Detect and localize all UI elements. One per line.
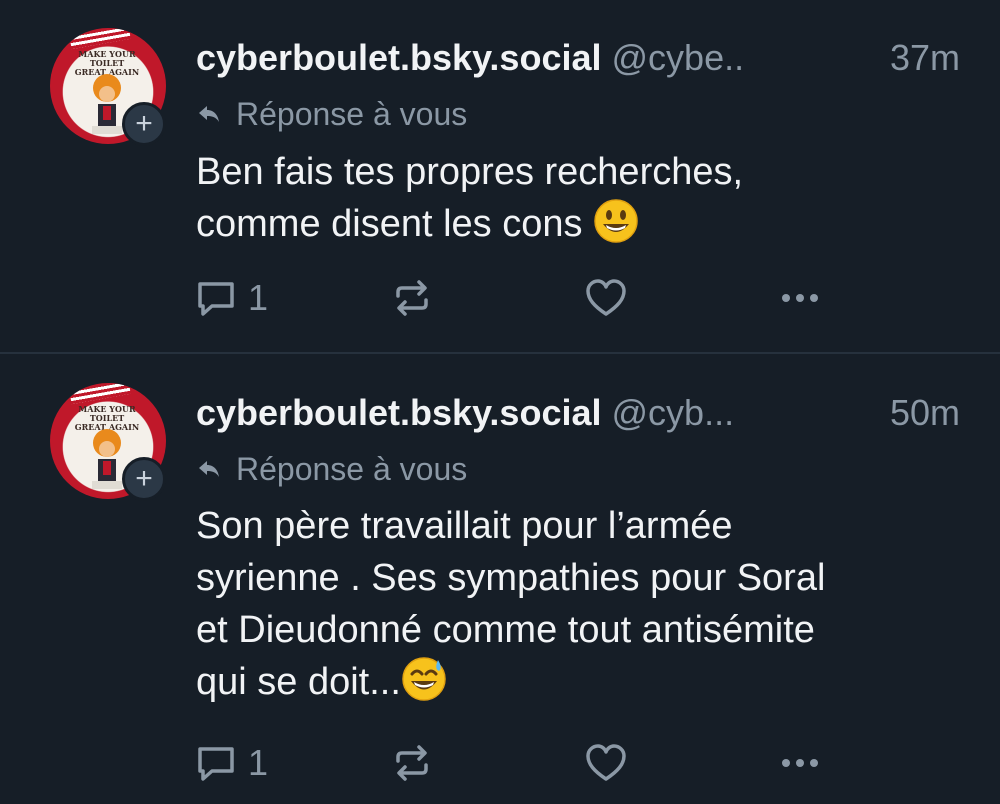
avatar-flag (69, 28, 131, 50)
reply-context-label: Réponse à vous (236, 95, 468, 132)
heart-icon (586, 279, 626, 316)
author-handle[interactable]: @cyb... (612, 392, 735, 433)
post-item[interactable]: MAKE YOUR TOILET GREAT AGAIN + cyberboul… (0, 0, 1000, 353)
heart-icon (586, 744, 626, 781)
post-feed: MAKE YOUR TOILET GREAT AGAIN + cyberboul… (0, 0, 1000, 804)
post-text-line: Ben fais tes propres recherches, (196, 151, 744, 193)
post-actions: 1 (194, 741, 834, 785)
plus-icon: + (135, 462, 153, 495)
avatar-flag (69, 383, 131, 405)
post-body: Son père travaillait pour l’armée syrien… (196, 500, 976, 708)
reply-count: 1 (248, 277, 269, 318)
grinning-face-with-sweat-icon (402, 657, 446, 701)
follow-button[interactable]: + (122, 102, 166, 146)
more-options-button[interactable] (778, 276, 822, 320)
post-timestamp[interactable]: 50m (890, 391, 960, 435)
more-options-button[interactable] (778, 741, 822, 785)
author-display-name[interactable]: cyberboulet.bsky.social (196, 37, 602, 78)
repost-icon (396, 745, 428, 781)
reply-context[interactable]: Réponse à vous (196, 449, 467, 489)
post-text-line-with-emoji: qui se doit... (196, 656, 976, 708)
more-options-icon (782, 294, 818, 302)
post-actions: 1 (194, 276, 834, 320)
avatar-container: MAKE YOUR TOILET GREAT AGAIN + (50, 28, 166, 146)
more-options-icon (782, 759, 818, 767)
post-header: cyberboulet.bsky.social @cybe.. 37m (196, 36, 966, 80)
follow-button[interactable]: + (122, 457, 166, 501)
comment-icon (198, 282, 234, 316)
post-text-line: comme disent les cons (196, 203, 583, 245)
post-divider (0, 352, 1000, 354)
post-body: Ben fais tes propres recherches, comme d… (196, 146, 976, 250)
post-item[interactable]: MAKE YOUR TOILET GREAT AGAIN + cyberboul… (0, 355, 1000, 804)
post-text-line: Son père travaillait pour l’armée (196, 505, 733, 547)
reply-button[interactable]: 1 (194, 276, 268, 320)
post-timestamp[interactable]: 37m (890, 36, 960, 80)
repost-button[interactable] (390, 276, 434, 320)
repost-icon (396, 280, 428, 316)
post-header: cyberboulet.bsky.social @cyb... 50m (196, 391, 966, 435)
grinning-face-icon (594, 199, 638, 243)
reply-context-label: Réponse à vous (236, 450, 468, 487)
like-button[interactable] (584, 276, 628, 320)
post-text-line: qui se doit... (196, 661, 401, 703)
author-display-name[interactable]: cyberboulet.bsky.social (196, 392, 602, 433)
reply-button[interactable]: 1 (194, 741, 268, 785)
author-handle[interactable]: @cybe.. (612, 37, 745, 78)
avatar-container: MAKE YOUR TOILET GREAT AGAIN + (50, 383, 166, 501)
comment-icon (198, 747, 234, 781)
like-button[interactable] (584, 741, 628, 785)
repost-button[interactable] (390, 741, 434, 785)
reply-arrow-icon (199, 106, 219, 122)
plus-icon: + (135, 107, 153, 140)
post-text-line: syrienne . Ses sympathies pour Soral (196, 557, 826, 599)
post-text-line-with-emoji: comme disent les cons (196, 198, 976, 250)
reply-arrow-icon (199, 461, 219, 477)
reply-count: 1 (248, 742, 269, 783)
reply-context[interactable]: Réponse à vous (196, 94, 467, 134)
post-text-line: et Dieudonné comme tout antisémite (196, 609, 815, 651)
